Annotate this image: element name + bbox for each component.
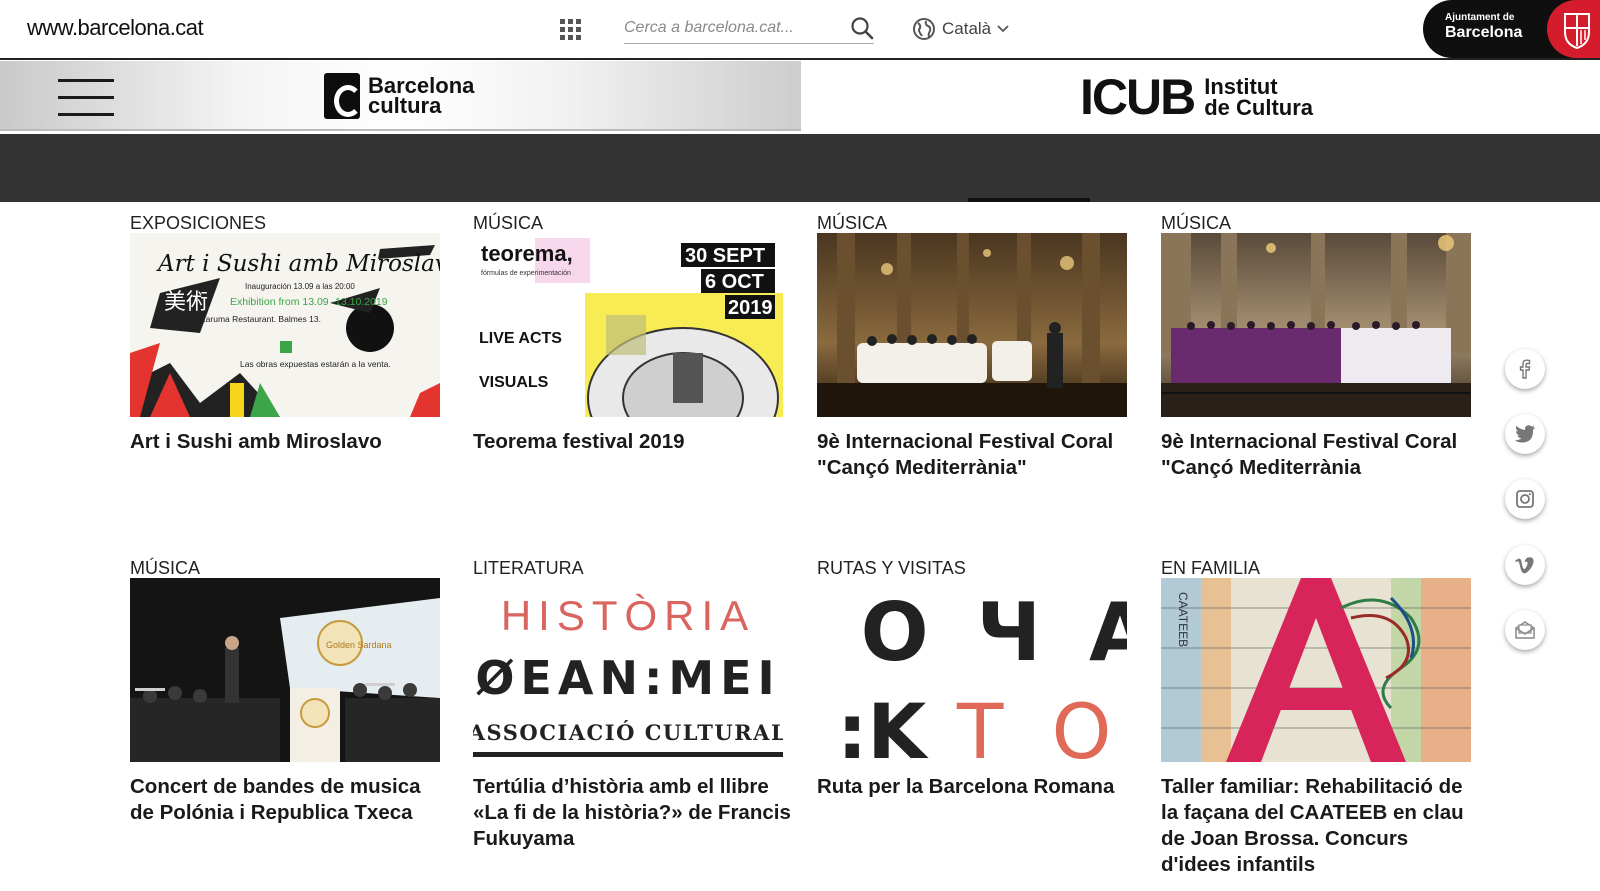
poster-date1: 30 SEPT (685, 245, 765, 267)
event-card[interactable]: LITERATURA HISTÒRIA ØΕΑΝ:ΜΕΙ ASSOCIACIÓ … (473, 557, 791, 850)
card-image[interactable] (1161, 233, 1471, 417)
instagram-icon (1516, 490, 1534, 508)
card-title[interactable]: 9è Internacional Festival Coral "Cançó M… (817, 429, 1137, 481)
card-image[interactable]: I O Ч A :K T O (817, 578, 1127, 762)
icub-small-text: Institut de Cultura (1204, 74, 1314, 120)
card-title[interactable]: Teorema festival 2019 (473, 429, 793, 455)
icub-big-text: ICUB (1080, 69, 1196, 125)
card-category: MÚSICA (473, 213, 544, 233)
poster-line3: Karuma Restaurant. Balmes 13. (200, 314, 321, 324)
poster-live: LIVE ACTS (479, 330, 562, 347)
event-card[interactable]: MÚSICA teorema, fórmulas de experimentac… (473, 212, 783, 453)
card-category: RUTAS Y VISITAS (817, 558, 966, 578)
icub-logo[interactable]: ICUB Institut de Cultura (1080, 69, 1313, 125)
search-icon[interactable] (850, 16, 874, 40)
twitter-button[interactable] (1505, 414, 1545, 454)
ajuntament-big-text: Barcelona (1445, 24, 1523, 41)
bc-line2: cultura (368, 93, 442, 118)
barcelona-cultura-logo[interactable]: Barcelona cultura (324, 73, 474, 119)
event-card[interactable]: RUTAS Y VISITAS I O Ч A :K T O Ruta per … (817, 557, 1127, 798)
poster-date3: 2019 (728, 297, 773, 319)
poster-headline: Art i Sushi amb Miroslavo (156, 251, 440, 277)
search-box (624, 14, 874, 44)
event-card[interactable]: MÚSICA Golden Sardana Concert de bandes … (130, 557, 440, 824)
hamburger-menu-icon[interactable] (58, 79, 114, 117)
poster-vertical: CAATEEB (1176, 592, 1190, 647)
twitter-icon (1514, 425, 1535, 443)
card-image[interactable]: Golden Sardana (130, 578, 440, 762)
ajuntament-logo[interactable]: Ajuntament de Barcelona (1423, 0, 1600, 58)
icub-line2: de Cultura (1204, 95, 1314, 120)
card-category: MÚSICA (130, 558, 201, 578)
active-tab-indicator (968, 198, 1090, 202)
card-title[interactable]: Ruta per la Barcelona Romana (817, 774, 1137, 800)
brand-left-panel: Barcelona cultura (0, 61, 801, 131)
apps-grid-icon[interactable] (560, 19, 582, 41)
poster-glyphs: ØΕΑΝ:ΜΕΙ (475, 651, 780, 705)
bc-logo-mark-icon (324, 73, 362, 119)
event-card[interactable]: MÚSICA 9è Internacional Festival Coral "… (1161, 212, 1471, 479)
card-category: EN FAMILIA (1161, 558, 1261, 578)
card-category: MÚSICA (817, 213, 888, 233)
card-image[interactable] (817, 233, 1127, 417)
poster-line1: Inauguración 13.09 a las 20:00 (245, 282, 355, 291)
card-image[interactable]: Art i Sushi amb Miroslavo Inauguración 1… (130, 233, 440, 417)
top-bar: www.barcelona.cat Català Ajuntament de B… (0, 0, 1600, 60)
event-card[interactable]: EXPOSICIONES Art i Sushi amb Miroslavo I… (130, 212, 440, 453)
card-title[interactable]: Tertúlia d’història amb el llibre «La fi… (473, 774, 793, 852)
globe-icon (913, 18, 935, 40)
card-category: MÚSICA (1161, 213, 1232, 233)
vimeo-icon (1515, 557, 1534, 574)
card-title[interactable]: 9è Internacional Festival Coral "Cançó M… (1161, 429, 1481, 481)
poster-word: HISTÒRIA (501, 592, 755, 639)
newsletter-button[interactable] (1505, 610, 1545, 650)
newsletter-icon (1515, 621, 1535, 639)
nav-strip (0, 134, 1600, 202)
poster-banner: Golden Sardana (326, 640, 392, 650)
language-label: Català (942, 19, 992, 38)
card-category: LITERATURA (473, 558, 584, 578)
poster-date2: 6 OCT (705, 271, 764, 293)
poster-line2a: :K (837, 687, 929, 762)
poster-kanji: 美術 (164, 290, 208, 315)
poster-sub: fórmulas de experimentación (481, 270, 571, 277)
card-title[interactable]: Concert de bandes de musica de Polónia i… (130, 774, 450, 826)
language-selector[interactable]: Català (912, 16, 1009, 42)
card-image[interactable]: HISTÒRIA ØΕΑΝ:ΜΕΙ ASSOCIACIÓ CULTURAL (473, 578, 783, 762)
site-url-link[interactable]: www.barcelona.cat (27, 15, 204, 41)
chevron-down-icon (997, 25, 1009, 33)
facebook-icon (1519, 359, 1531, 379)
poster-line2: Exhibition from 13.09 -13.10.2019 (230, 296, 388, 308)
card-category: EXPOSICIONES (130, 213, 267, 233)
facebook-button[interactable] (1505, 349, 1545, 389)
card-title[interactable]: Taller familiar: Rehabilitació de la faç… (1161, 774, 1481, 878)
card-image[interactable]: teorema, fórmulas de experimentación 30 … (473, 233, 783, 417)
brand-bar: Barcelona cultura ICUB Institut de Cultu… (0, 61, 1600, 133)
poster-line2b: T O (956, 687, 1123, 762)
instagram-button[interactable] (1505, 479, 1545, 519)
event-card[interactable]: MÚSICA 9è Internacional Festival Coral "… (817, 212, 1127, 479)
barcelona-crest-icon (1547, 0, 1600, 58)
poster-brand: teorema, (481, 241, 573, 266)
card-image[interactable]: CAATEEB (1161, 578, 1471, 762)
bc-logo-text: Barcelona cultura (368, 75, 474, 118)
poster-visuals: VISUALS (479, 374, 549, 391)
poster-line4: Las obras expuestas estarán a la venta. (240, 359, 391, 369)
search-input[interactable] (624, 14, 839, 42)
poster-assoc: ASSOCIACIÓ CULTURAL (473, 720, 783, 745)
icub-line1: Institut (1204, 74, 1278, 99)
poster-line1: I O Ч A (817, 586, 1127, 679)
vimeo-button[interactable] (1505, 545, 1545, 585)
event-card[interactable]: EN FAMILIA CAATEEB Taller familiar: Reha… (1161, 557, 1471, 876)
ajuntament-small-text: Ajuntament de (1445, 12, 1515, 23)
card-title[interactable]: Art i Sushi amb Miroslavo (130, 429, 450, 455)
